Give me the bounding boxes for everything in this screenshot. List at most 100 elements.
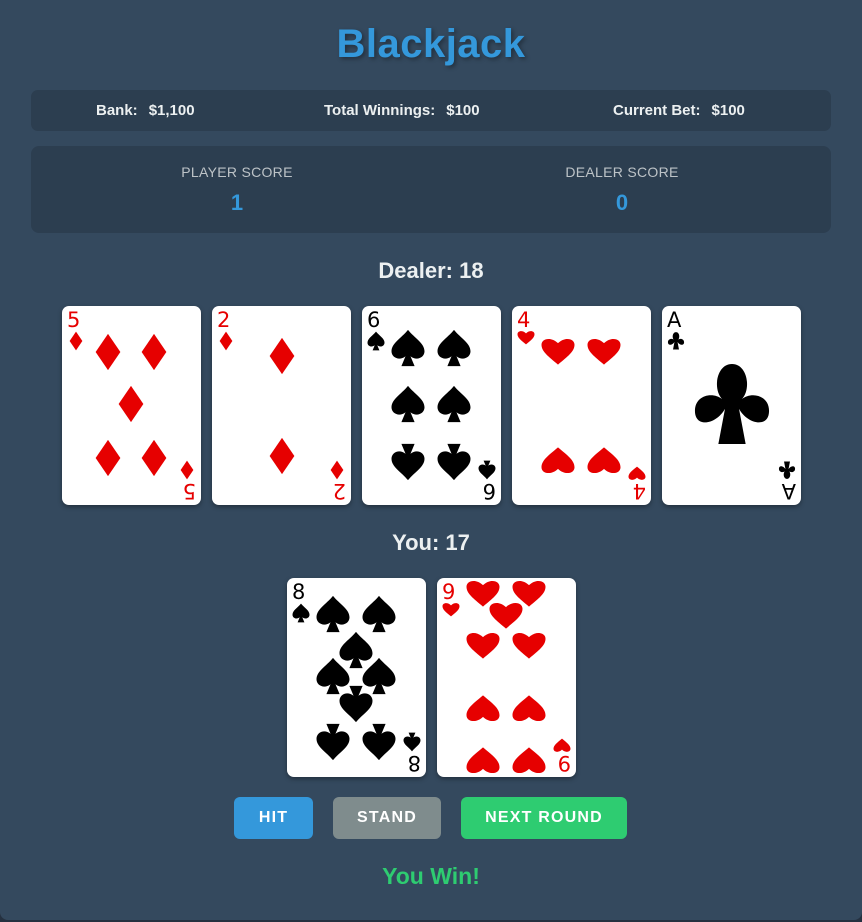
hearts-pip-icon bbox=[587, 338, 621, 365]
hearts-corner-icon bbox=[628, 466, 646, 480]
card-face: 66 bbox=[367, 308, 496, 503]
card-face: 99 bbox=[442, 580, 571, 775]
hearts-pip-icon bbox=[541, 338, 575, 365]
diamonds-corner-icon bbox=[219, 331, 233, 351]
clubs-corner-icon bbox=[778, 461, 796, 479]
card-rank-top: 4 bbox=[517, 308, 530, 332]
dealer-card-5: AA bbox=[662, 306, 801, 505]
player-score-box: PLAYER SCORE 1 bbox=[137, 164, 337, 216]
hearts-pip-icon bbox=[466, 695, 500, 722]
card-rank-top: 9 bbox=[442, 580, 455, 604]
dealer-card-1: 55 bbox=[62, 306, 201, 505]
winnings-label: Total Winnings: bbox=[324, 102, 436, 119]
card-rank-bottom: 9 bbox=[558, 751, 571, 775]
diamonds-pip-icon bbox=[141, 439, 167, 477]
winnings-stat: Total Winnings: $100 bbox=[324, 102, 480, 119]
player-hand-title: You: 17 bbox=[392, 530, 470, 555]
spades-pip-icon bbox=[437, 385, 471, 423]
card-rank-bottom: 4 bbox=[633, 479, 646, 503]
page-title: Blackjack bbox=[336, 22, 526, 66]
spades-pip-icon bbox=[362, 657, 396, 695]
next-round-button[interactable]: NEXT ROUND bbox=[461, 797, 627, 839]
hit-button[interactable]: HIT bbox=[234, 797, 313, 839]
card-rank-top: 8 bbox=[292, 580, 305, 604]
spades-pip-icon bbox=[362, 723, 396, 761]
player-card-2: 99 bbox=[437, 578, 576, 777]
diamonds-corner-icon bbox=[69, 331, 83, 351]
hearts-pip-icon bbox=[512, 695, 546, 722]
dealer-score-value: 0 bbox=[615, 190, 629, 215]
spades-pip-icon bbox=[437, 329, 471, 367]
hearts-corner-icon bbox=[442, 603, 460, 617]
scoreboard: PLAYER SCORE 1 DEALER SCORE 0 bbox=[31, 146, 831, 233]
hearts-pip-icon bbox=[512, 747, 546, 774]
spades-pip-icon bbox=[391, 443, 425, 481]
hearts-pip-icon bbox=[466, 580, 500, 607]
spades-pip-icon bbox=[391, 385, 425, 423]
card-rank-bottom: 2 bbox=[333, 479, 346, 503]
diamonds-pip-icon bbox=[269, 337, 295, 375]
stand-button[interactable]: STAND bbox=[333, 797, 441, 839]
bank-value: $1,100 bbox=[148, 102, 195, 119]
clubs-center-icon bbox=[694, 364, 770, 444]
card-rank-top: A bbox=[667, 308, 682, 332]
winnings-value: $100 bbox=[446, 102, 480, 119]
spades-corner-icon bbox=[367, 331, 385, 351]
spades-corner-icon bbox=[478, 460, 496, 480]
spades-pip-icon bbox=[437, 443, 471, 481]
diamonds-corner-icon bbox=[180, 460, 194, 480]
card-face: 55 bbox=[67, 308, 196, 503]
diamonds-pip-icon bbox=[95, 333, 121, 371]
hearts-pip-icon bbox=[489, 602, 523, 629]
spades-pip-icon bbox=[391, 329, 425, 367]
spades-pip-icon bbox=[316, 657, 350, 695]
hearts-pip-icon bbox=[466, 747, 500, 774]
current-bet-stat: Current Bet: $100 bbox=[613, 102, 745, 119]
stats-bar: Bank: $1,100 Total Winnings: $100 Current … bbox=[31, 90, 831, 131]
current-bet-value: $100 bbox=[711, 102, 745, 119]
dealer-hand-title: Dealer: 18 bbox=[378, 258, 484, 283]
hearts-pip-icon bbox=[541, 447, 575, 474]
diamonds-pip-icon bbox=[95, 439, 121, 477]
card-rank-top: 2 bbox=[217, 308, 230, 332]
hearts-pip-icon bbox=[512, 580, 546, 607]
card-face: 44 bbox=[517, 308, 646, 503]
player-score-value: 1 bbox=[230, 190, 244, 215]
card-rank-bottom: A bbox=[781, 479, 796, 503]
diamonds-corner-icon bbox=[330, 460, 344, 480]
dealer-card-3: 66 bbox=[362, 306, 501, 505]
result-message: You Win! bbox=[382, 863, 480, 889]
blackjack-app: Blackjack Bank: $1,100 Total Winnings: $10… bbox=[0, 0, 862, 920]
card-face: 88 bbox=[292, 580, 421, 775]
spades-pip-icon bbox=[339, 631, 373, 669]
hearts-pip-icon bbox=[512, 632, 546, 659]
card-rank-top: 6 bbox=[367, 308, 380, 332]
current-bet-label: Current Bet: bbox=[613, 102, 701, 119]
dealer-card-2: 22 bbox=[212, 306, 351, 505]
card-rank-bottom: 8 bbox=[408, 751, 421, 775]
clubs-corner-icon bbox=[667, 332, 685, 350]
spades-pip-icon bbox=[316, 595, 350, 633]
spades-pip-icon bbox=[362, 595, 396, 633]
player-card-1: 88 bbox=[287, 578, 426, 777]
diamonds-pip-icon bbox=[118, 385, 144, 423]
bank-stat: Bank: $1,100 bbox=[96, 102, 195, 119]
card-face: AA bbox=[667, 308, 796, 503]
spades-pip-icon bbox=[339, 685, 373, 723]
card-rank-bottom: 6 bbox=[483, 479, 496, 503]
dealer-score-label: DEALER SCORE bbox=[565, 164, 679, 180]
player-score-label: PLAYER SCORE bbox=[181, 164, 293, 180]
diamonds-pip-icon bbox=[141, 333, 167, 371]
card-rank-top: 5 bbox=[67, 308, 80, 332]
dealer-score-box: DEALER SCORE 0 bbox=[522, 164, 722, 216]
spades-corner-icon bbox=[292, 603, 310, 623]
spades-corner-icon bbox=[403, 732, 421, 752]
hearts-pip-icon bbox=[587, 447, 621, 474]
spades-pip-icon bbox=[316, 723, 350, 761]
hearts-pip-icon bbox=[466, 632, 500, 659]
dealer-card-4: 44 bbox=[512, 306, 651, 505]
hearts-corner-icon bbox=[517, 331, 535, 345]
diamonds-pip-icon bbox=[269, 437, 295, 475]
card-rank-bottom: 5 bbox=[183, 479, 196, 503]
card-face: 22 bbox=[217, 308, 346, 503]
